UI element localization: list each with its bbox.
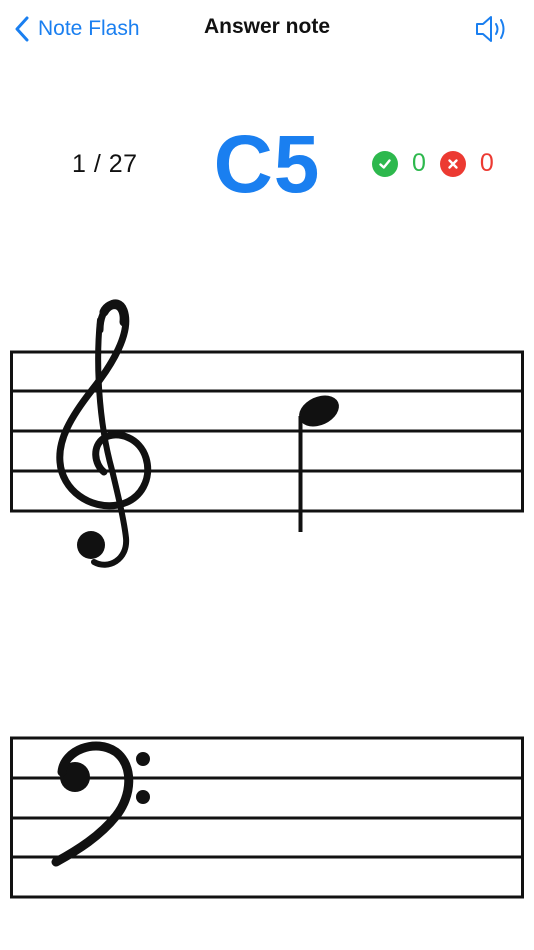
speaker-icon (476, 16, 505, 42)
back-button-label: Note Flash (38, 17, 140, 40)
score-panel: 0 0 (372, 149, 494, 178)
back-button[interactable]: Note Flash (14, 14, 140, 44)
staff-lines (10, 736, 524, 899)
bass-staff[interactable] (0, 730, 534, 910)
wrong-count: 0 (479, 149, 494, 177)
bass-clef-icon (51, 741, 150, 867)
treble-clef-icon (56, 299, 152, 568)
correct-count: 0 (412, 149, 426, 177)
x-circle-icon (439, 150, 466, 177)
checkmark-circle-icon (372, 150, 398, 177)
chevron-left-icon (15, 16, 29, 42)
sound-button[interactable] (474, 14, 508, 44)
treble-staff[interactable] (0, 290, 534, 580)
staff-lines (10, 350, 524, 513)
